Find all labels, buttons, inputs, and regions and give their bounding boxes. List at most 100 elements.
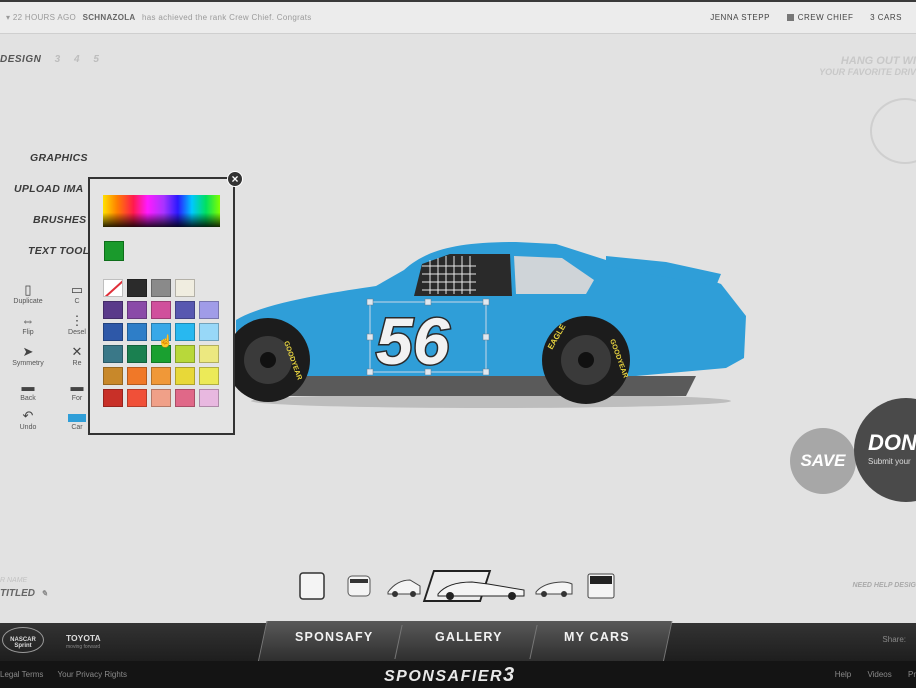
color-swatch[interactable]: [151, 301, 171, 319]
promo-line-1: HANG OUT WI: [840, 55, 916, 67]
tab-sponsafy[interactable]: SPONSAFY: [295, 630, 373, 644]
ticker-user-link[interactable]: SCHNAZOLA: [83, 13, 136, 22]
need-help-link[interactable]: NEED HELP DESIG: [852, 582, 916, 589]
color-swatch[interactable]: [103, 301, 123, 319]
view-right-outline: [437, 581, 525, 600]
rank-badge: CREW CHIEF: [786, 13, 854, 22]
color-swatch[interactable]: [199, 367, 219, 385]
deselect-icon: ⋮: [70, 313, 84, 328]
ticker-toggle[interactable]: ▾: [6, 13, 10, 22]
color-swatch[interactable]: [199, 323, 219, 341]
done-button[interactable]: DON Submit your: [854, 398, 916, 502]
menu-upload-image[interactable]: UPLOAD IMA: [14, 183, 84, 195]
car-shadow: [251, 394, 731, 408]
flip-label: Flip: [22, 329, 34, 336]
color-swatch: [199, 279, 219, 297]
view-top[interactable]: [534, 570, 574, 602]
undo-icon: ↶: [22, 408, 34, 423]
close-icon[interactable]: ×: [227, 171, 243, 187]
deselect-label: Desel: [68, 329, 86, 336]
car-color-label: Car: [71, 424, 83, 431]
color-swatch[interactable]: [199, 345, 219, 363]
hangout-promo[interactable]: HANG OUT WI YOUR FAVORITE DRIV: [819, 55, 916, 77]
reset-label: Re: [72, 360, 82, 367]
color-swatch[interactable]: [151, 367, 171, 385]
car-skirt: [246, 376, 696, 396]
no-color-swatch[interactable]: [103, 279, 123, 297]
menu-graphics[interactable]: GRAPHICS: [30, 152, 88, 164]
legal-terms-link[interactable]: Legal Terms: [0, 670, 43, 679]
symmetry-tool[interactable]: ➤ Symmetry: [3, 345, 53, 367]
color-picker-panel: [88, 177, 235, 435]
videos-link[interactable]: Videos: [867, 670, 891, 679]
undo-tool[interactable]: ↶ Undo: [3, 408, 53, 431]
pencil-icon[interactable]: ✎: [41, 589, 48, 598]
color-swatch[interactable]: [199, 389, 219, 407]
car-number[interactable]: 56: [375, 303, 453, 380]
color-swatch[interactable]: [103, 389, 123, 407]
step-3[interactable]: 3: [55, 54, 61, 65]
step-current: DESIGN: [0, 54, 42, 65]
menu-text-tool[interactable]: TEXT TOOL: [28, 245, 89, 257]
color-swatch[interactable]: [127, 301, 147, 319]
color-swatch[interactable]: [127, 323, 147, 341]
nav-divider: [529, 625, 538, 659]
help-link[interactable]: Help: [835, 670, 851, 679]
car-preview[interactable]: GOODYEAR EAGLE GOODYEAR 56: [226, 236, 756, 411]
color-swatch[interactable]: [127, 389, 147, 407]
duplicate-tool[interactable]: ▯ Duplicate: [3, 282, 53, 305]
press-link[interactable]: Pr: [908, 670, 916, 679]
share-label: Share:: [882, 635, 906, 644]
color-swatch[interactable]: [151, 389, 171, 407]
duplicate-icon: ▯: [24, 282, 32, 297]
step-4[interactable]: 4: [74, 54, 80, 65]
tab-my-cars[interactable]: MY CARS: [564, 630, 630, 644]
cars-count-link[interactable]: 3 CARS: [870, 13, 902, 22]
promo-car-icon[interactable]: [870, 98, 916, 164]
color-swatch[interactable]: [127, 345, 147, 363]
toyota-logo[interactable]: TOYOTA moving forward: [48, 633, 101, 650]
color-swatch[interactable]: [127, 367, 147, 385]
color-swatch[interactable]: [199, 301, 219, 319]
color-swatch[interactable]: [175, 279, 195, 297]
user-name-link[interactable]: JENNA STEPP: [710, 13, 770, 22]
sprint-cup-logo[interactable]: NASCAR Sprint: [2, 627, 44, 653]
color-swatch[interactable]: [175, 345, 195, 363]
footer: Legal Terms Your Privacy Rights SPONSAFI…: [0, 661, 916, 688]
color-swatch[interactable]: [151, 279, 171, 297]
color-swatch[interactable]: [175, 389, 195, 407]
color-spectrum[interactable]: [103, 195, 220, 227]
brand-name: SPONSAFIER: [384, 668, 504, 685]
flip-tool[interactable]: ⇔ Flip: [3, 314, 53, 336]
ticker-text: has achieved the rank Crew Chief. Congra…: [142, 13, 312, 22]
view-rear[interactable]: [584, 570, 618, 602]
color-swatch[interactable]: [175, 301, 195, 319]
menu-brushes[interactable]: BRUSHES: [33, 214, 86, 226]
hand-cursor-icon: ☝: [158, 334, 173, 348]
project-name[interactable]: TITLED ✎: [0, 588, 48, 599]
view-top-front[interactable]: [344, 570, 374, 602]
current-color-swatch: [104, 241, 124, 261]
color-swatch[interactable]: [175, 323, 195, 341]
duplicate-label: Duplicate: [13, 298, 43, 305]
view-front[interactable]: [296, 570, 328, 602]
copy-icon: ▭: [70, 282, 84, 297]
send-back-icon: ▬: [21, 379, 35, 394]
color-swatch[interactable]: [175, 367, 195, 385]
project-name-label: R NAME: [0, 577, 28, 584]
color-swatch[interactable]: [103, 323, 123, 341]
privacy-rights-link[interactable]: Your Privacy Rights: [58, 670, 128, 679]
reset-icon: ✕: [71, 344, 83, 359]
bring-forward-icon: ▬: [70, 379, 84, 394]
send-back-tool[interactable]: ▬ Back: [3, 379, 53, 402]
step-5[interactable]: 5: [93, 54, 99, 65]
done-label: DON: [868, 430, 916, 455]
view-left[interactable]: [386, 570, 422, 602]
tab-gallery[interactable]: GALLERY: [435, 630, 503, 644]
save-button[interactable]: SAVE: [790, 428, 856, 494]
color-swatch[interactable]: [127, 279, 147, 297]
color-swatch[interactable]: [103, 345, 123, 363]
brand-number: 3: [503, 664, 516, 686]
color-swatch[interactable]: [103, 367, 123, 385]
copy-label: C: [74, 298, 80, 305]
